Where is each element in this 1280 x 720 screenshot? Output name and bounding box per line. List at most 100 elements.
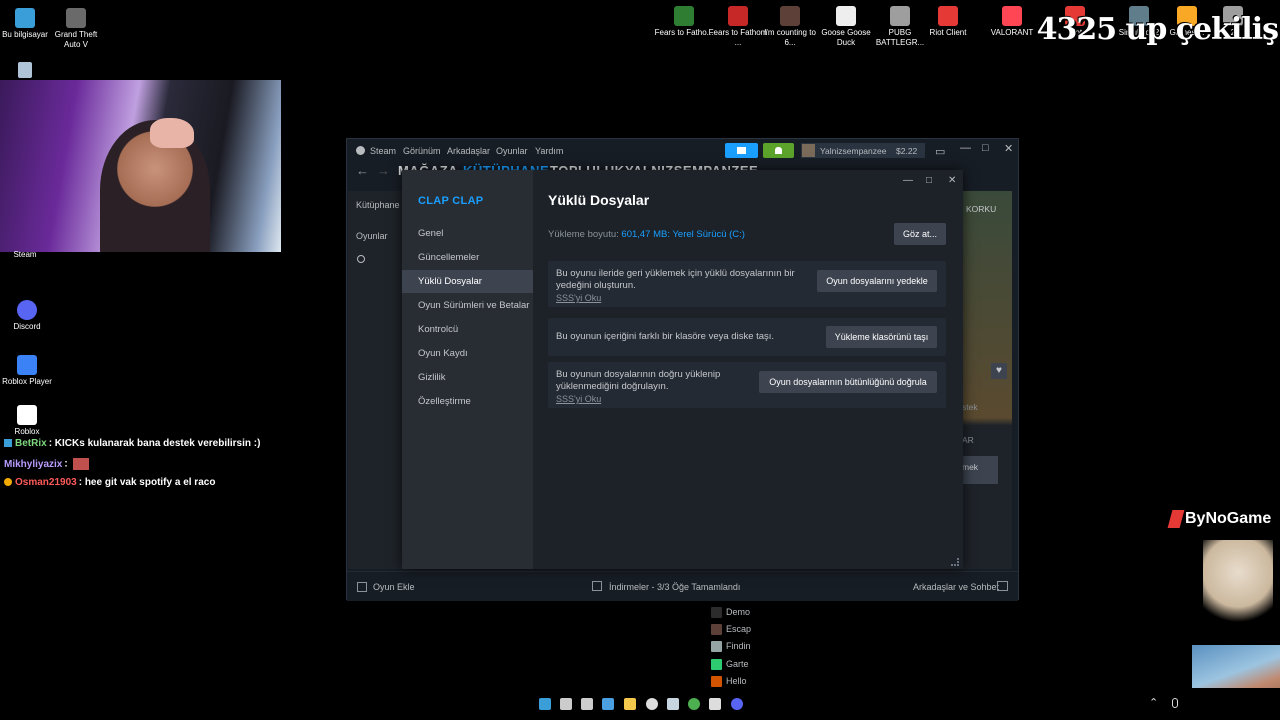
maximize-button[interactable]: □: [926, 175, 932, 186]
minimize-button[interactable]: —: [960, 142, 971, 154]
desktop-icon-steam[interactable]: Steam: [0, 250, 55, 260]
snipping-icon[interactable]: [581, 698, 593, 710]
steam-icon[interactable]: [667, 698, 679, 710]
desktop-icon-label: Roblox: [14, 427, 40, 436]
desktop-icon-top[interactable]: Riot Client: [918, 6, 978, 38]
search-icon[interactable]: [357, 255, 365, 263]
menu-steam[interactable]: Steam: [370, 146, 396, 156]
chat-text: : KICKs kulanarak bana destek verebilirs…: [48, 438, 261, 449]
install-size-value: 601,47 MB: Yerel Sürücü (C:): [621, 229, 745, 240]
computer-icon: [15, 8, 35, 28]
properties-nav-item[interactable]: Kontrolcü: [402, 318, 533, 341]
obs-icon[interactable]: [646, 698, 658, 710]
browse-button[interactable]: Göz at...: [894, 223, 946, 245]
card-text: Bu oyunun dosyalarının doğru yüklenip yü…: [556, 369, 721, 392]
friends-chat-button[interactable]: Arkadaşlar ve Sohbet: [913, 582, 999, 592]
properties-nav-item[interactable]: Gizlilik: [402, 366, 533, 389]
properties-nav-item[interactable]: Genel: [402, 222, 533, 245]
menu-games[interactable]: Oyunlar: [496, 146, 528, 156]
notifications-button[interactable]: [763, 143, 794, 158]
library-game-item[interactable]: Hello: [711, 676, 747, 688]
move-folder-button[interactable]: Yükleme klasörünü taşı: [826, 326, 937, 348]
roblox-studio-icon: [17, 405, 37, 425]
faq-link[interactable]: SSS'yi Oku: [556, 394, 601, 404]
desktop-icon-discord[interactable]: Discord: [0, 300, 57, 332]
move-card: Bu oyunun içeriğini farklı bir klasöre v…: [548, 318, 946, 356]
support-fragment: stek: [962, 402, 978, 412]
roblox-icon: [17, 355, 37, 375]
desktop-icon-gta[interactable]: Grand Theft Auto V: [46, 8, 106, 50]
chevron-up-icon[interactable]: ⌃: [1149, 696, 1158, 709]
app-icon: [1002, 6, 1022, 26]
start-icon[interactable]: [539, 698, 551, 710]
desktop-icon-roblox-player[interactable]: Roblox Player: [0, 355, 57, 387]
close-button[interactable]: ✕: [1004, 142, 1013, 155]
menu-help[interactable]: Yardım: [535, 146, 563, 156]
verify-files-button[interactable]: Oyun dosyalarının bütünlüğünü doğrula: [759, 371, 937, 393]
desktop-icon-top[interactable]: Fears to Fathom ...: [708, 6, 768, 48]
library-home[interactable]: Kütüphane: [356, 200, 400, 210]
desktop-icon-label: Goose Goose Duck: [821, 28, 871, 47]
explorer-icon[interactable]: [624, 698, 636, 710]
backup-files-button[interactable]: Oyun dosyalarını yedekle: [817, 270, 937, 292]
downloads-status[interactable]: İndirmeler - 3/3 Öğe Tamamlandı: [609, 582, 740, 592]
webcam-feed: [0, 80, 281, 252]
install-size: Yükleme boyutu: 601,47 MB: Yerel Sürücü …: [548, 229, 745, 240]
properties-nav-item[interactable]: Oyun Kaydı: [402, 342, 533, 365]
emote-icon: [73, 458, 90, 470]
account-menu[interactable]: Yalnizsempanzee $2.22: [801, 143, 925, 158]
add-game-icon[interactable]: [357, 582, 367, 592]
chat-user: BetRix: [15, 438, 47, 449]
desktop-icon-top[interactable]: I'm counting to 6...: [760, 6, 820, 48]
task-view-icon[interactable]: [560, 698, 572, 710]
properties-nav-item[interactable]: Özelleştirme: [402, 390, 533, 413]
heart-icon[interactable]: ♥: [991, 363, 1007, 379]
discord-icon[interactable]: [731, 698, 743, 710]
verify-card: Bu oyunun dosyalarının doğru yüklenip yü…: [548, 362, 946, 408]
resize-grip-icon[interactable]: [951, 558, 959, 566]
desktop-icon-label: Discord: [13, 322, 41, 331]
close-button[interactable]: ✕: [948, 175, 956, 186]
menu-view[interactable]: Görünüm: [403, 146, 441, 156]
game-thumbnail-icon: [711, 624, 722, 636]
desktop-icon-roblox[interactable]: Roblox: [0, 405, 57, 437]
forward-arrow-icon[interactable]: →: [377, 163, 391, 178]
properties-nav-item[interactable]: Oyun Sürümleri ve Betalar: [402, 294, 533, 317]
library-game-item[interactable]: Escap: [711, 624, 751, 636]
properties-nav-item[interactable]: Güncellemeler: [402, 246, 533, 269]
friends-icon[interactable]: [997, 581, 1008, 591]
downloads-icon[interactable]: [592, 581, 602, 591]
desktop-icon-top[interactable]: VALORANT: [982, 6, 1042, 38]
desktop-icon-top[interactable]: Fears to Fatho...: [654, 6, 714, 38]
games-filter[interactable]: Oyunlar: [356, 231, 388, 241]
minimize-button[interactable]: —: [903, 175, 913, 186]
recycle-bin-icon[interactable]: [18, 62, 32, 78]
dancing-cat-image: [1203, 540, 1273, 632]
heading-fragment: AR: [962, 435, 974, 445]
chat-message: Mikhyliyazix:: [4, 458, 90, 470]
add-game-button[interactable]: Oyun Ekle: [373, 582, 415, 592]
menu-friends[interactable]: Arkadaşlar: [447, 146, 490, 156]
properties-nav-item[interactable]: Yüklü Dosyalar: [402, 270, 533, 293]
desktop-icon-top[interactable]: Goose Goose Duck: [816, 6, 876, 48]
microphone-icon[interactable]: [1172, 698, 1178, 708]
app-icon: [836, 6, 856, 26]
avatar: [802, 144, 815, 157]
bigpicture-icon[interactable]: ▭: [935, 145, 945, 158]
photos-icon[interactable]: [602, 698, 614, 710]
maximize-button[interactable]: □: [982, 142, 989, 154]
faq-link[interactable]: SSS'yi Oku: [556, 293, 601, 303]
card-text: Bu oyunun içeriğini farklı bir klasöre v…: [556, 331, 775, 342]
app-icon: [780, 6, 800, 26]
library-game-item[interactable]: Demo: [711, 607, 750, 619]
chat-user: Osman21903: [15, 477, 77, 488]
library-game-item[interactable]: Garte: [711, 659, 749, 671]
desktop-icon-label: VALORANT: [990, 28, 1034, 37]
app-icon[interactable]: [709, 698, 721, 710]
desktop-icon-label: Steam: [13, 250, 37, 259]
announce-button[interactable]: [725, 143, 758, 158]
account-name: Yalnizsempanzee: [820, 146, 887, 156]
back-arrow-icon[interactable]: ←: [356, 163, 370, 178]
library-game-item[interactable]: Findin: [711, 641, 751, 653]
chrome-icon[interactable]: [688, 698, 700, 710]
